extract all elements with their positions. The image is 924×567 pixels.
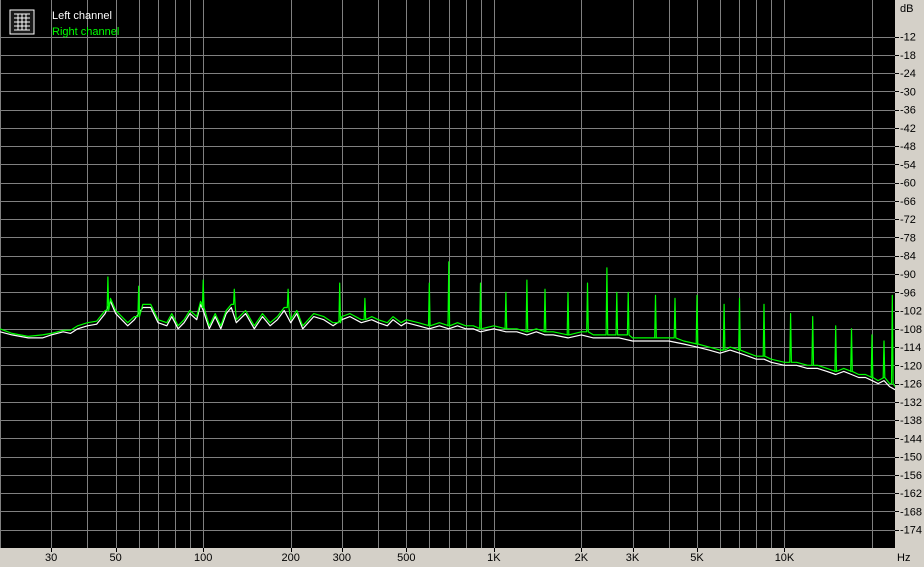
y-tick-label: -114 <box>900 342 921 354</box>
y-tick-label: -144 <box>900 433 922 445</box>
y-tick-label: -54 <box>900 159 916 171</box>
x-tick-label: 5K <box>690 552 704 564</box>
y-tick-label: -132 <box>900 397 922 409</box>
x-tick-label: 3K <box>626 552 640 564</box>
y-tick-label: -126 <box>900 379 922 391</box>
y-tick-label: -108 <box>900 324 922 336</box>
legend-left-channel: Left channel <box>52 10 112 22</box>
x-tick-label: 300 <box>333 552 351 564</box>
y-unit-label: dB <box>900 3 913 15</box>
y-tick-label: -102 <box>900 306 922 318</box>
y-tick-label: -24 <box>900 68 916 80</box>
y-tick-label: -78 <box>900 232 916 244</box>
y-tick-label: -138 <box>900 415 922 427</box>
spectrum-chart: -12 -18 -24 -30 -36 -42 -48 -54 -60 -66 -72 -78 -84 -… <box>0 0 922 564</box>
y-tick-label: -72 <box>900 214 916 226</box>
x-tick-label: 100 <box>194 552 212 564</box>
x-tick-label: 50 <box>110 552 122 564</box>
x-tick-label: 30 <box>45 552 57 564</box>
y-tick-label: -36 <box>900 105 916 117</box>
y-tick-label: -168 <box>900 506 922 518</box>
y-tick-label: -60 <box>900 178 916 190</box>
y-axis-ticks: -12 -18 -24 -30 -36 -42 -48 -54 -60 -66 -72 -78 -84 -… <box>895 32 922 537</box>
legend-right-channel: Right channel <box>52 26 119 38</box>
y-tick-label: -12 <box>900 32 916 44</box>
y-tick-label: -42 <box>900 123 916 135</box>
x-axis-ticks: 30 50 100 200 300 500 1K 2K 3K 5K 10K <box>45 548 795 564</box>
x-unit-label: Hz <box>897 552 910 564</box>
y-tick-label: -150 <box>900 452 922 464</box>
y-tick-label: -48 <box>900 141 916 153</box>
y-tick-label: -30 <box>900 86 916 98</box>
y-tick-label: -120 <box>900 360 922 372</box>
y-tick-label: -66 <box>900 196 916 208</box>
y-tick-label: -18 <box>900 50 916 62</box>
spectrum-window: -12 -18 -24 -30 -36 -42 -48 -54 -60 -66 -72 -78 -84 -… <box>0 0 924 567</box>
y-tick-label: -90 <box>900 269 916 281</box>
x-tick-label: 500 <box>397 552 415 564</box>
y-tick-label: -96 <box>900 287 916 299</box>
x-tick-label: 2K <box>575 552 589 564</box>
x-tick-label: 200 <box>281 552 299 564</box>
y-tick-label: -84 <box>900 251 916 263</box>
y-tick-label: -174 <box>900 525 922 537</box>
x-tick-label: 10K <box>775 552 795 564</box>
y-tick-label: -156 <box>900 470 922 482</box>
y-tick-label: -162 <box>900 488 922 500</box>
x-tick-label: 1K <box>487 552 501 564</box>
